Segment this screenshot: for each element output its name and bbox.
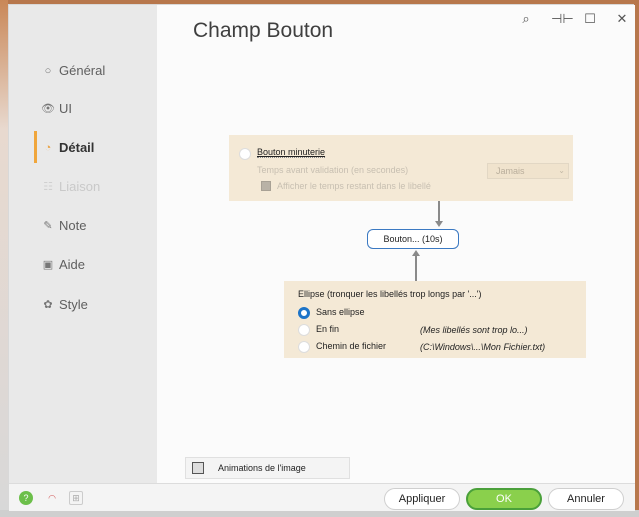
ok-button[interactable]: OK xyxy=(466,488,542,510)
sidebar-item-general[interactable]: ○ Général xyxy=(41,63,106,78)
timer-panel: Bouton minuterie Temps avant validation … xyxy=(229,135,573,201)
sidebar-item-label: Détail xyxy=(59,140,95,155)
preview-button-label: Bouton... (10s) xyxy=(383,234,443,244)
pin-icon[interactable]: ⊣⊢ xyxy=(551,11,574,27)
option-chemin-fichier: Chemin de fichier xyxy=(316,341,387,351)
radio-chemin-fichier[interactable] xyxy=(298,341,310,353)
sidebar-item-detail[interactable]: ◔ Détail xyxy=(41,140,95,155)
dialog-window: ○ Général 👁 UI ◔ Détail ☷ Liaison ✎ Note… xyxy=(8,4,635,511)
sidebar-item-label: Aide xyxy=(59,257,86,272)
radio-sans-ellipse[interactable] xyxy=(298,307,310,319)
option-en-fin: En fin xyxy=(316,324,340,334)
sidebar-item-label: Liaison xyxy=(59,179,101,194)
window-controls: ⌕ ⊣⊢ ☐ ✕ xyxy=(519,11,629,27)
code-icon[interactable]: ⊞ xyxy=(69,491,83,505)
eye-icon: 👁 xyxy=(41,103,55,115)
timer-toggle[interactable] xyxy=(239,148,251,160)
connector-bottom xyxy=(415,256,417,281)
radio-en-fin[interactable] xyxy=(298,324,310,336)
timer-delay-label: Temps avant validation (en secondes) xyxy=(257,165,409,175)
connector-top xyxy=(438,201,440,221)
timer-title: Bouton minuterie xyxy=(257,147,326,158)
footer-bar: ? ◠ ⊞ Appliquer OK Annuler xyxy=(9,483,635,511)
active-indicator xyxy=(34,131,37,163)
desktop-background xyxy=(0,0,8,517)
chevron-down-icon: ⌄ xyxy=(558,166,565,175)
sidebar-item-liaison: ☷ Liaison xyxy=(41,179,100,194)
preview-button: Bouton... (10s) xyxy=(367,229,459,249)
cancel-button[interactable]: Annuler xyxy=(548,488,624,510)
help-icon: ▣ xyxy=(42,259,54,271)
sidebar-item-ui[interactable]: 👁 UI xyxy=(41,101,72,116)
link-icon: ☷ xyxy=(43,181,53,193)
ellipse-panel: Ellipse (tronquer les libellés trop long… xyxy=(284,281,586,358)
speed-icon[interactable]: ◠ xyxy=(45,491,59,505)
search-icon[interactable]: ⌕ xyxy=(519,11,533,27)
circle-icon: ○ xyxy=(44,64,52,77)
page-title: Champ Bouton xyxy=(193,19,334,42)
show-time-label: Afficher le temps restant dans le libell… xyxy=(277,181,431,191)
apply-button[interactable]: Appliquer xyxy=(384,488,460,510)
sidebar-item-style[interactable]: ✿ Style xyxy=(41,297,88,312)
sidebar: ○ Général 👁 UI ◔ Détail ☷ Liaison ✎ Note… xyxy=(9,5,157,483)
detail-icon: ◔ xyxy=(44,141,52,154)
option-sans-ellipse: Sans ellipse xyxy=(316,307,365,317)
image-animations-label: Animations de l'image xyxy=(218,463,306,473)
pencil-icon: ✎ xyxy=(43,220,53,232)
timer-delay-value: Jamais xyxy=(496,166,525,176)
main-content: Champ Bouton ⌕ ⊣⊢ ☐ ✕ Bouton minuterie T… xyxy=(157,5,635,483)
timer-delay-select: Jamais ⌄ xyxy=(487,163,569,179)
sidebar-item-aide[interactable]: ▣ Aide xyxy=(41,257,85,272)
help-circle-icon[interactable]: ? xyxy=(19,491,33,505)
sidebar-item-note[interactable]: ✎ Note xyxy=(41,218,86,233)
sidebar-item-label: UI xyxy=(59,101,72,116)
sidebar-item-label: Style xyxy=(59,297,88,312)
image-icon xyxy=(192,462,204,474)
example-chemin-fichier: (C:\Windows\...\Mon Fichier.txt) xyxy=(420,342,546,352)
desktop-background-bottom xyxy=(0,510,639,517)
sidebar-item-label: Général xyxy=(59,63,106,78)
arrow-down-icon xyxy=(435,221,443,227)
image-animations-button[interactable]: Animations de l'image xyxy=(185,457,350,479)
ellipse-title: Ellipse (tronquer les libellés trop long… xyxy=(298,289,482,299)
sidebar-item-label: Note xyxy=(59,218,87,233)
example-en-fin: (Mes libellés sont trop lo...) xyxy=(420,325,528,335)
maximize-icon[interactable]: ☐ xyxy=(583,11,597,27)
show-time-checkbox xyxy=(261,181,271,191)
palette-icon: ✿ xyxy=(43,299,53,311)
close-icon[interactable]: ✕ xyxy=(615,11,629,27)
